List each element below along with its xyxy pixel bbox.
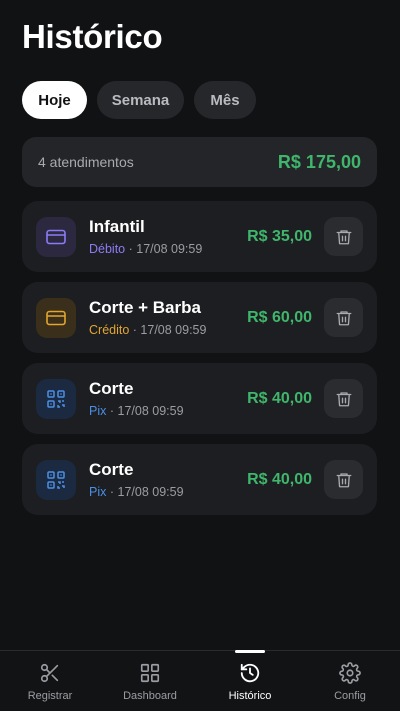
service-name: Corte	[89, 460, 134, 479]
payment-method: Pix	[89, 404, 107, 418]
gear-icon	[339, 662, 361, 684]
transaction-amount: R$ 40,00	[247, 389, 312, 407]
service-name: Corte	[89, 379, 134, 398]
summary-card: 4 atendimentos R$ 175,00	[22, 137, 377, 187]
trash-icon	[336, 391, 351, 406]
trash-icon	[336, 229, 351, 244]
nav-label: Dashboard	[123, 690, 177, 702]
card-icon	[36, 216, 76, 257]
service-name: Corte + Barba	[89, 298, 201, 317]
transaction-card[interactable]: Infantil Débito · 17/08 09:59 R$ 35,00	[22, 201, 377, 272]
scissors-icon	[40, 663, 59, 683]
transaction-list: Infantil Débito · 17/08 09:59 R$ 35,00 C…	[22, 201, 377, 525]
nav-label: Config	[334, 690, 366, 702]
filter-week-tab[interactable]: Semana	[97, 81, 184, 119]
transaction-datetime: · 17/08 09:59	[128, 242, 203, 256]
transaction-amount: R$ 60,00	[247, 308, 312, 326]
period-filter-tabs: Hoje Semana Mês	[22, 81, 256, 119]
payment-method: Crédito	[89, 323, 130, 337]
payment-method: Pix	[89, 485, 107, 499]
transaction-card[interactable]: Corte Pix · 17/08 09:59 R$ 40,00	[22, 363, 377, 434]
transaction-amount: R$ 40,00	[247, 470, 312, 488]
trash-icon	[336, 310, 351, 325]
payment-method: Débito	[89, 242, 126, 256]
nav-item-historico[interactable]: Histórico	[200, 650, 300, 711]
transaction-datetime: · 17/08 09:59	[109, 404, 184, 418]
nav-item-registrar[interactable]: Registrar	[0, 651, 100, 711]
qr-code-icon	[36, 459, 76, 500]
appointments-count: 4 atendimentos	[38, 154, 134, 170]
grid-icon	[140, 663, 160, 683]
nav-item-dashboard[interactable]: Dashboard	[100, 651, 200, 711]
nav-label: Registrar	[27, 690, 73, 702]
delete-button[interactable]	[324, 460, 363, 499]
transaction-datetime: · 17/08 09:59	[132, 323, 207, 337]
transaction-datetime: · 17/08 09:59	[109, 485, 184, 499]
trash-icon	[336, 472, 351, 487]
total-amount: R$ 175,00	[277, 151, 361, 172]
active-tab-indicator	[235, 650, 265, 653]
qr-code-icon	[36, 378, 76, 419]
delete-button[interactable]	[324, 298, 363, 337]
transaction-amount: R$ 35,00	[247, 227, 312, 245]
transaction-card[interactable]: Corte Pix · 17/08 09:59 R$ 40,00	[22, 444, 377, 515]
delete-button[interactable]	[324, 379, 363, 418]
filter-month-tab[interactable]: Mês	[194, 81, 256, 119]
nav-label: Histórico	[228, 690, 272, 702]
transaction-card[interactable]: Corte + Barba Crédito · 17/08 09:59 R$ 6…	[22, 282, 377, 353]
card-icon	[36, 297, 76, 338]
history-icon	[240, 663, 260, 683]
service-name: Infantil	[89, 217, 145, 236]
filter-today-tab[interactable]: Hoje	[22, 81, 87, 119]
delete-button[interactable]	[324, 217, 363, 256]
bottom-navigation: Registrar Dashboard Histórico Config	[0, 650, 400, 711]
nav-item-config[interactable]: Config	[300, 651, 400, 711]
page-title: Histórico	[22, 18, 163, 55]
